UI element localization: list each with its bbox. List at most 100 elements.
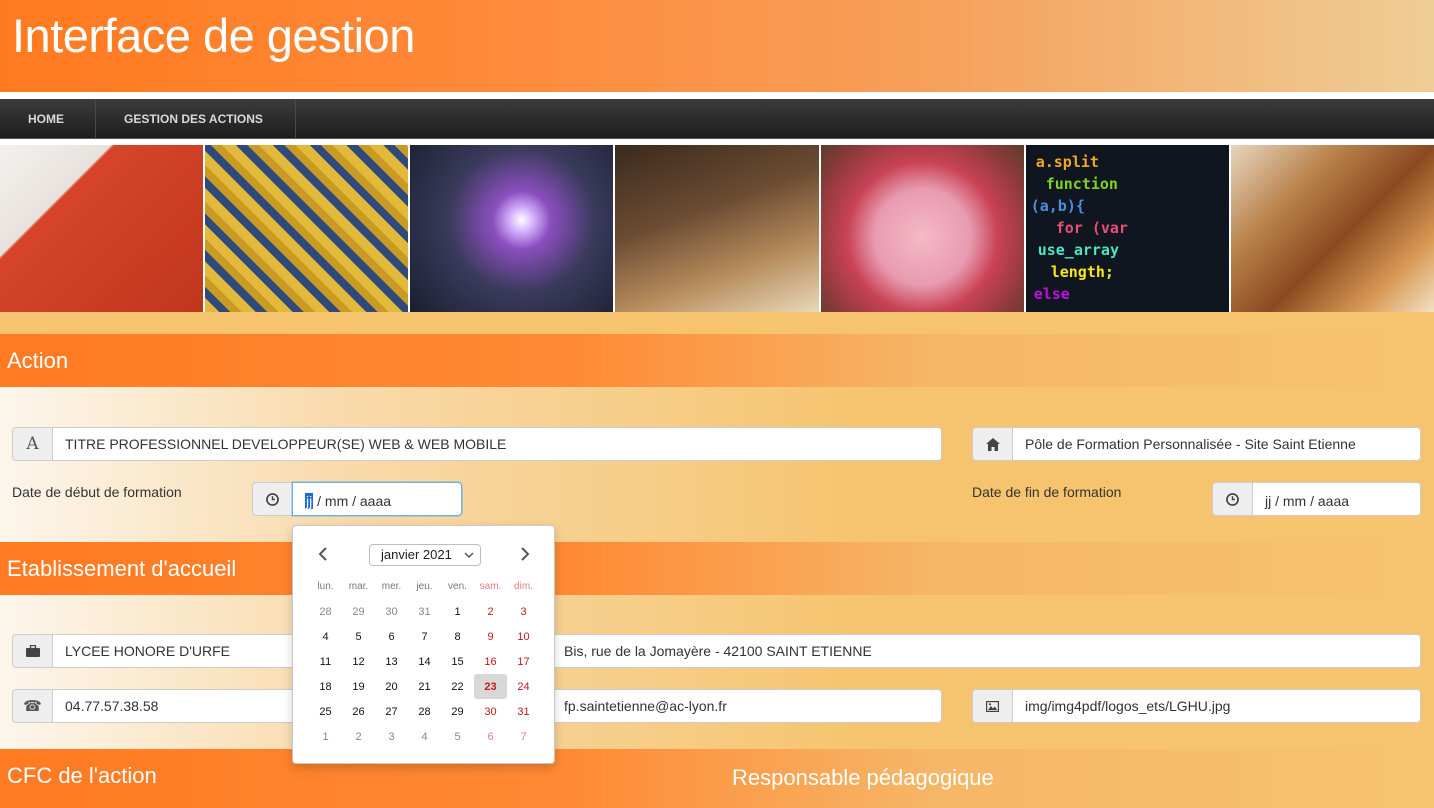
main-navbar: HOME GESTION DES ACTIONS xyxy=(0,99,1434,139)
weekday-label: jeu. xyxy=(416,581,433,592)
calendar-day[interactable]: 30 xyxy=(474,699,507,724)
calendar-day[interactable]: 28 xyxy=(408,699,441,724)
nav-gestion-actions-link[interactable]: GESTION DES ACTIONS xyxy=(96,99,296,139)
calendar-day[interactable]: 1 xyxy=(441,599,474,624)
section-etablissement-title: Etablissement d'accueil xyxy=(7,556,237,581)
calendar-day[interactable]: 5 xyxy=(342,624,375,649)
etab-email-input-group: ✉ fp.saintetienne@ac-lyon.fr xyxy=(511,689,942,723)
calendar-week-row: 18 19 20 21 22 23 24 xyxy=(309,674,540,699)
calendar-day[interactable]: 15 xyxy=(441,649,474,674)
banner-photo-woodworking xyxy=(615,145,819,312)
calendar-day[interactable]: 16 xyxy=(474,649,507,674)
briefcase-icon xyxy=(12,634,52,668)
next-month-button[interactable] xyxy=(520,545,530,566)
calendar-day[interactable]: 28 xyxy=(309,599,342,624)
calendar-day[interactable]: 8 xyxy=(441,624,474,649)
banner-photo-raspberry-pastry xyxy=(820,145,1024,312)
section-responsable-title: Responsable pédagogique xyxy=(732,765,994,790)
photo-banner: a.split function (a,b){ for (var use_arr… xyxy=(0,145,1434,312)
calendar-day[interactable]: 27 xyxy=(375,699,408,724)
calendar-day[interactable]: 7 xyxy=(408,624,441,649)
weekday-label: lun. xyxy=(317,581,334,592)
weekday-label: mar. xyxy=(348,581,369,592)
etab-logo-field[interactable]: img/img4pdf/logos_ets/LGHU.jpg xyxy=(1012,689,1421,723)
font-letter-icon: A xyxy=(12,427,52,461)
calendar-day[interactable]: 22 xyxy=(441,674,474,699)
date-picker-popup: janvier 2021 lun. mar. mer. jeu. ven. sa… xyxy=(292,525,555,764)
calendar-day[interactable]: 14 xyxy=(408,649,441,674)
calendar-day[interactable]: 29 xyxy=(342,599,375,624)
calendar-day[interactable]: 2 xyxy=(342,724,375,749)
app-title: Interface de gestion xyxy=(12,9,415,62)
section-action-title: Action xyxy=(7,348,69,373)
calendar-day[interactable]: 29 xyxy=(441,699,474,724)
calendar-day[interactable]: 3 xyxy=(375,724,408,749)
date-debut-input[interactable]: jj / mm / aaaa xyxy=(292,482,462,516)
titre-field[interactable]: TITRE PROFESSIONNEL DEVELOPPEUR(SE) WEB … xyxy=(52,427,942,461)
calendar-day[interactable]: 31 xyxy=(408,599,441,624)
nav-home-link[interactable]: HOME xyxy=(0,99,96,139)
etablissement-panel xyxy=(0,595,1434,749)
home-icon xyxy=(972,427,1012,461)
calendar-day[interactable]: 7 xyxy=(507,724,540,749)
pole-field[interactable]: Pôle de Formation Personnalisée - Site S… xyxy=(1012,427,1421,461)
weekday-header: lun. mar. mer. jeu. ven. sam. dim. xyxy=(309,581,540,592)
calendar-grid: 28 29 30 31 1 2 3 4 5 6 7 8 9 10 11 12 13 14 15 16 17 18 19 20 2… xyxy=(309,599,540,749)
etab-email-field[interactable]: fp.saintetienne@ac-lyon.fr xyxy=(551,689,942,723)
calendar-day[interactable]: 21 xyxy=(408,674,441,699)
chevron-down-icon xyxy=(464,545,474,573)
pole-input-group: Pôle de Formation Personnalisée - Site S… xyxy=(972,427,1421,461)
calendar-day[interactable]: 30 xyxy=(375,599,408,624)
previous-month-button[interactable] xyxy=(318,545,328,566)
calendar-week-row: 1234567 xyxy=(309,724,540,749)
calendar-day[interactable]: 4 xyxy=(408,724,441,749)
section-cfc-header: CFC de l'action Responsable pédagogique xyxy=(0,749,1434,808)
clock-icon xyxy=(1212,482,1252,516)
calendar-week-row: 11 12 13 14 15 16 17 xyxy=(309,649,540,674)
calendar-day[interactable]: 20 xyxy=(375,674,408,699)
calendar-day[interactable]: 19 xyxy=(342,674,375,699)
calendar-day[interactable]: 17 xyxy=(507,649,540,674)
etab-logo-input-group: img/img4pdf/logos_ets/LGHU.jpg xyxy=(972,689,1421,723)
calendar-day[interactable]: 2 xyxy=(474,599,507,624)
etab-adresse-field[interactable]: Bis, rue de la Jomayère - 42100 SAINT ET… xyxy=(551,634,1421,668)
calendar-day[interactable]: 4 xyxy=(309,624,342,649)
weekday-label: sam. xyxy=(479,581,502,592)
banner-photo-painted-wall xyxy=(0,145,204,312)
calendar-day[interactable]: 9 xyxy=(474,624,507,649)
date-fin-label: Date de fin de formation xyxy=(972,484,1122,500)
date-debut-rest: / mm / aaaa xyxy=(317,493,392,509)
calendar-day[interactable]: 26 xyxy=(342,699,375,724)
action-panel xyxy=(0,387,1434,542)
month-select[interactable]: janvier 2021 xyxy=(369,544,481,566)
weekday-label: dim. xyxy=(514,581,533,592)
calendar-day[interactable]: 25 xyxy=(309,699,342,724)
calendar-day[interactable]: 31 xyxy=(507,699,540,724)
calendar-day[interactable]: 10 xyxy=(507,624,540,649)
calendar-day[interactable]: 3 xyxy=(507,599,540,624)
date-debut-input-group: jj / mm / aaaa xyxy=(252,482,462,516)
phone-icon: ☎ xyxy=(12,689,52,723)
section-cfc-title: CFC de l'action xyxy=(7,763,157,788)
calendar-day[interactable]: 23 xyxy=(474,674,507,699)
calendar-day[interactable]: 1 xyxy=(309,724,342,749)
calendar-week-row: 25 26 27 28 29 30 31 xyxy=(309,699,540,724)
calendar-day[interactable]: 11 xyxy=(309,649,342,674)
picture-icon xyxy=(972,689,1012,723)
section-etablissement-header: Etablissement d'accueil xyxy=(0,542,1434,595)
calendar-day[interactable]: 18 xyxy=(309,674,342,699)
date-debut-day-segment[interactable]: jj xyxy=(305,493,314,509)
calendar-day[interactable]: 24 xyxy=(507,674,540,699)
banner-photo-welding-sparks xyxy=(410,145,614,312)
section-action-header: Action xyxy=(0,334,1434,387)
calendar-day[interactable]: 12 xyxy=(342,649,375,674)
calendar-day[interactable]: 5 xyxy=(441,724,474,749)
page-header: Interface de gestion xyxy=(0,0,1434,92)
calendar-day[interactable]: 6 xyxy=(474,724,507,749)
banner-photo-source-code: a.split function (a,b){ for (var use_arr… xyxy=(1025,145,1229,312)
date-fin-input[interactable]: jj / mm / aaaa xyxy=(1252,482,1421,516)
month-select-value: janvier 2021 xyxy=(381,547,452,562)
calendar-day[interactable]: 13 xyxy=(375,649,408,674)
weekday-label: ven. xyxy=(448,581,467,592)
calendar-day[interactable]: 6 xyxy=(375,624,408,649)
